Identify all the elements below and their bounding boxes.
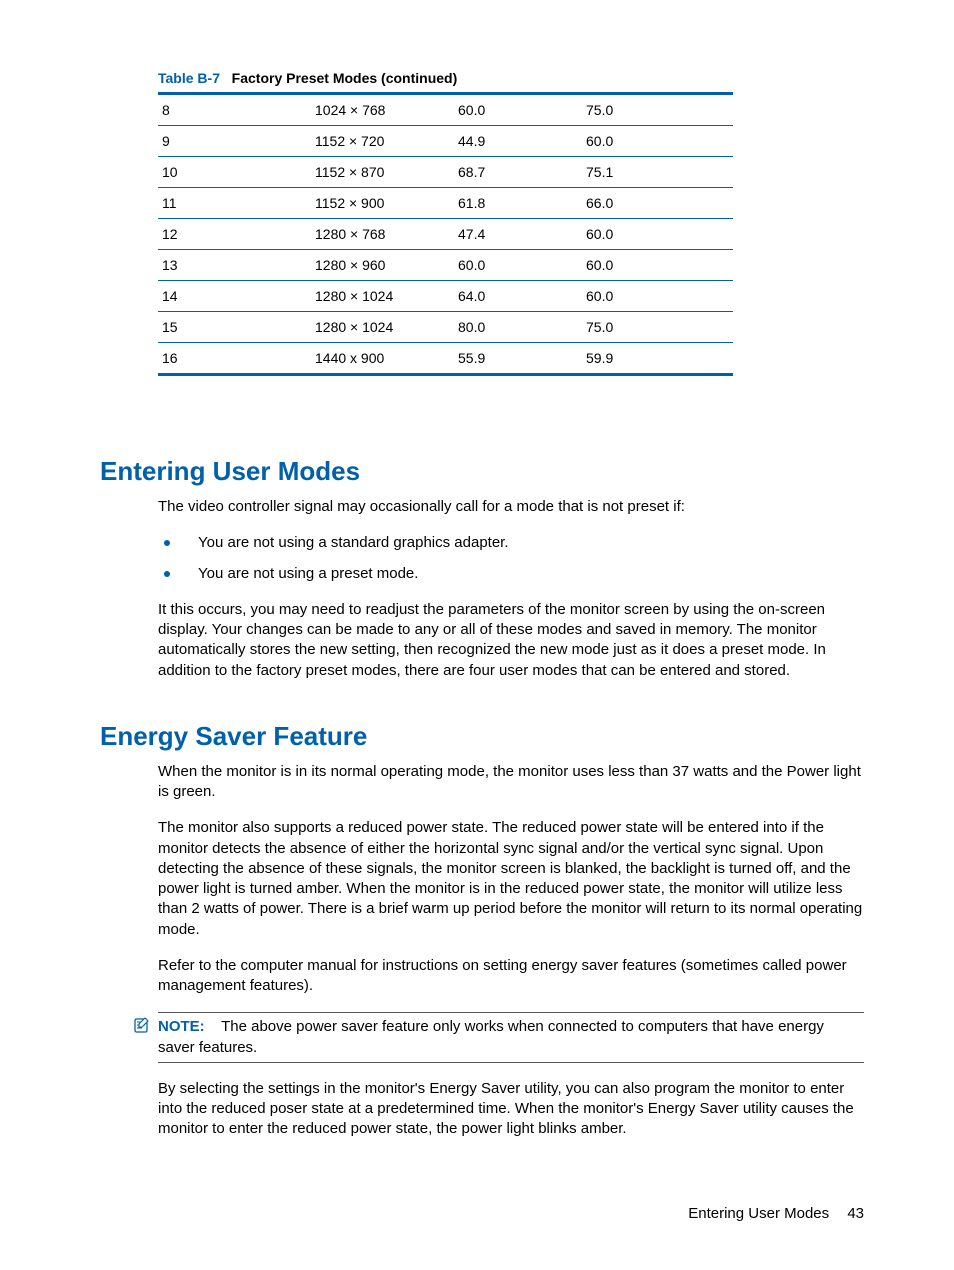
table-cell: 55.9 — [454, 343, 582, 375]
table-cell: 1152 × 720 — [311, 126, 454, 157]
table-cell: 80.0 — [454, 312, 582, 343]
paragraph: The video controller signal may occasion… — [158, 497, 864, 517]
table-row: 141280 × 102464.060.0 — [158, 281, 733, 312]
list-item: You are not using a preset mode. — [158, 564, 864, 584]
table-cell: 15 — [158, 312, 311, 343]
table-cell: 60.0 — [454, 250, 582, 281]
table-cell: 60.0 — [582, 219, 733, 250]
note-icon — [134, 1017, 152, 1039]
body-text: By selecting the settings in the monitor… — [158, 1079, 864, 1140]
paragraph: It this occurs, you may need to readjust… — [158, 600, 864, 681]
table-cell: 66.0 — [582, 188, 733, 219]
document-page: Table B-7 Factory Preset Modes (continue… — [0, 0, 954, 1270]
bullet-list: You are not using a standard graphics ad… — [158, 533, 864, 584]
table-description: Factory Preset Modes (continued) — [232, 70, 458, 86]
table-row: 151280 × 102480.075.0 — [158, 312, 733, 343]
table-row: 131280 × 96060.060.0 — [158, 250, 733, 281]
table-row: 91152 × 72044.960.0 — [158, 126, 733, 157]
paragraph: Refer to the computer manual for instruc… — [158, 956, 864, 997]
table-cell: 75.0 — [582, 94, 733, 126]
table-cell: 75.0 — [582, 312, 733, 343]
table-cell: 59.9 — [582, 343, 733, 375]
table-label: Table B-7 — [158, 70, 220, 86]
table-cell: 12 — [158, 219, 311, 250]
table-cell: 60.0 — [582, 126, 733, 157]
table-cell: 60.0 — [454, 94, 582, 126]
list-item: You are not using a standard graphics ad… — [158, 533, 864, 553]
table-cell: 14 — [158, 281, 311, 312]
table-cell: 1280 × 1024 — [311, 281, 454, 312]
table-cell: 16 — [158, 343, 311, 375]
table-cell: 60.0 — [582, 250, 733, 281]
table-row: 81024 × 76860.075.0 — [158, 94, 733, 126]
paragraph: The monitor also supports a reduced powe… — [158, 818, 864, 940]
table-row: 111152 × 90061.866.0 — [158, 188, 733, 219]
table-cell: 1440 x 900 — [311, 343, 454, 375]
table-cell: 1280 × 1024 — [311, 312, 454, 343]
note-text: The above power saver feature only works… — [158, 1018, 824, 1055]
paragraph: When the monitor is in its normal operat… — [158, 762, 864, 803]
note-block: NOTE: The above power saver feature only… — [158, 1012, 864, 1063]
table-cell: 1024 × 768 — [311, 94, 454, 126]
footer-section-title: Entering User Modes — [688, 1205, 829, 1222]
table-cell: 61.8 — [454, 188, 582, 219]
heading-entering-user-modes: Entering User Modes — [100, 456, 864, 487]
table-cell: 47.4 — [454, 219, 582, 250]
paragraph: By selecting the settings in the monitor… — [158, 1079, 864, 1140]
heading-energy-saver-feature: Energy Saver Feature — [100, 721, 864, 752]
table-cell: 60.0 — [582, 281, 733, 312]
table-row: 101152 × 87068.775.1 — [158, 157, 733, 188]
preset-modes-table: 81024 × 76860.075.091152 × 72044.960.010… — [158, 92, 733, 376]
note-label: NOTE: — [158, 1018, 205, 1035]
table-cell: 13 — [158, 250, 311, 281]
page-footer: Entering User Modes 43 — [688, 1205, 864, 1222]
table-row: 161440 x 90055.959.9 — [158, 343, 733, 375]
page-number: 43 — [847, 1205, 864, 1222]
table-cell: 1152 × 870 — [311, 157, 454, 188]
table-cell: 8 — [158, 94, 311, 126]
table-cell: 1280 × 768 — [311, 219, 454, 250]
table-cell: 44.9 — [454, 126, 582, 157]
body-text: The video controller signal may occasion… — [158, 497, 864, 681]
table-caption: Table B-7 Factory Preset Modes (continue… — [100, 70, 864, 86]
table-cell: 10 — [158, 157, 311, 188]
body-text: When the monitor is in its normal operat… — [158, 762, 864, 997]
table-cell: 68.7 — [454, 157, 582, 188]
table-cell: 1280 × 960 — [311, 250, 454, 281]
table-cell: 9 — [158, 126, 311, 157]
table-row: 121280 × 76847.460.0 — [158, 219, 733, 250]
table-cell: 75.1 — [582, 157, 733, 188]
table-cell: 11 — [158, 188, 311, 219]
table-cell: 64.0 — [454, 281, 582, 312]
table-cell: 1152 × 900 — [311, 188, 454, 219]
